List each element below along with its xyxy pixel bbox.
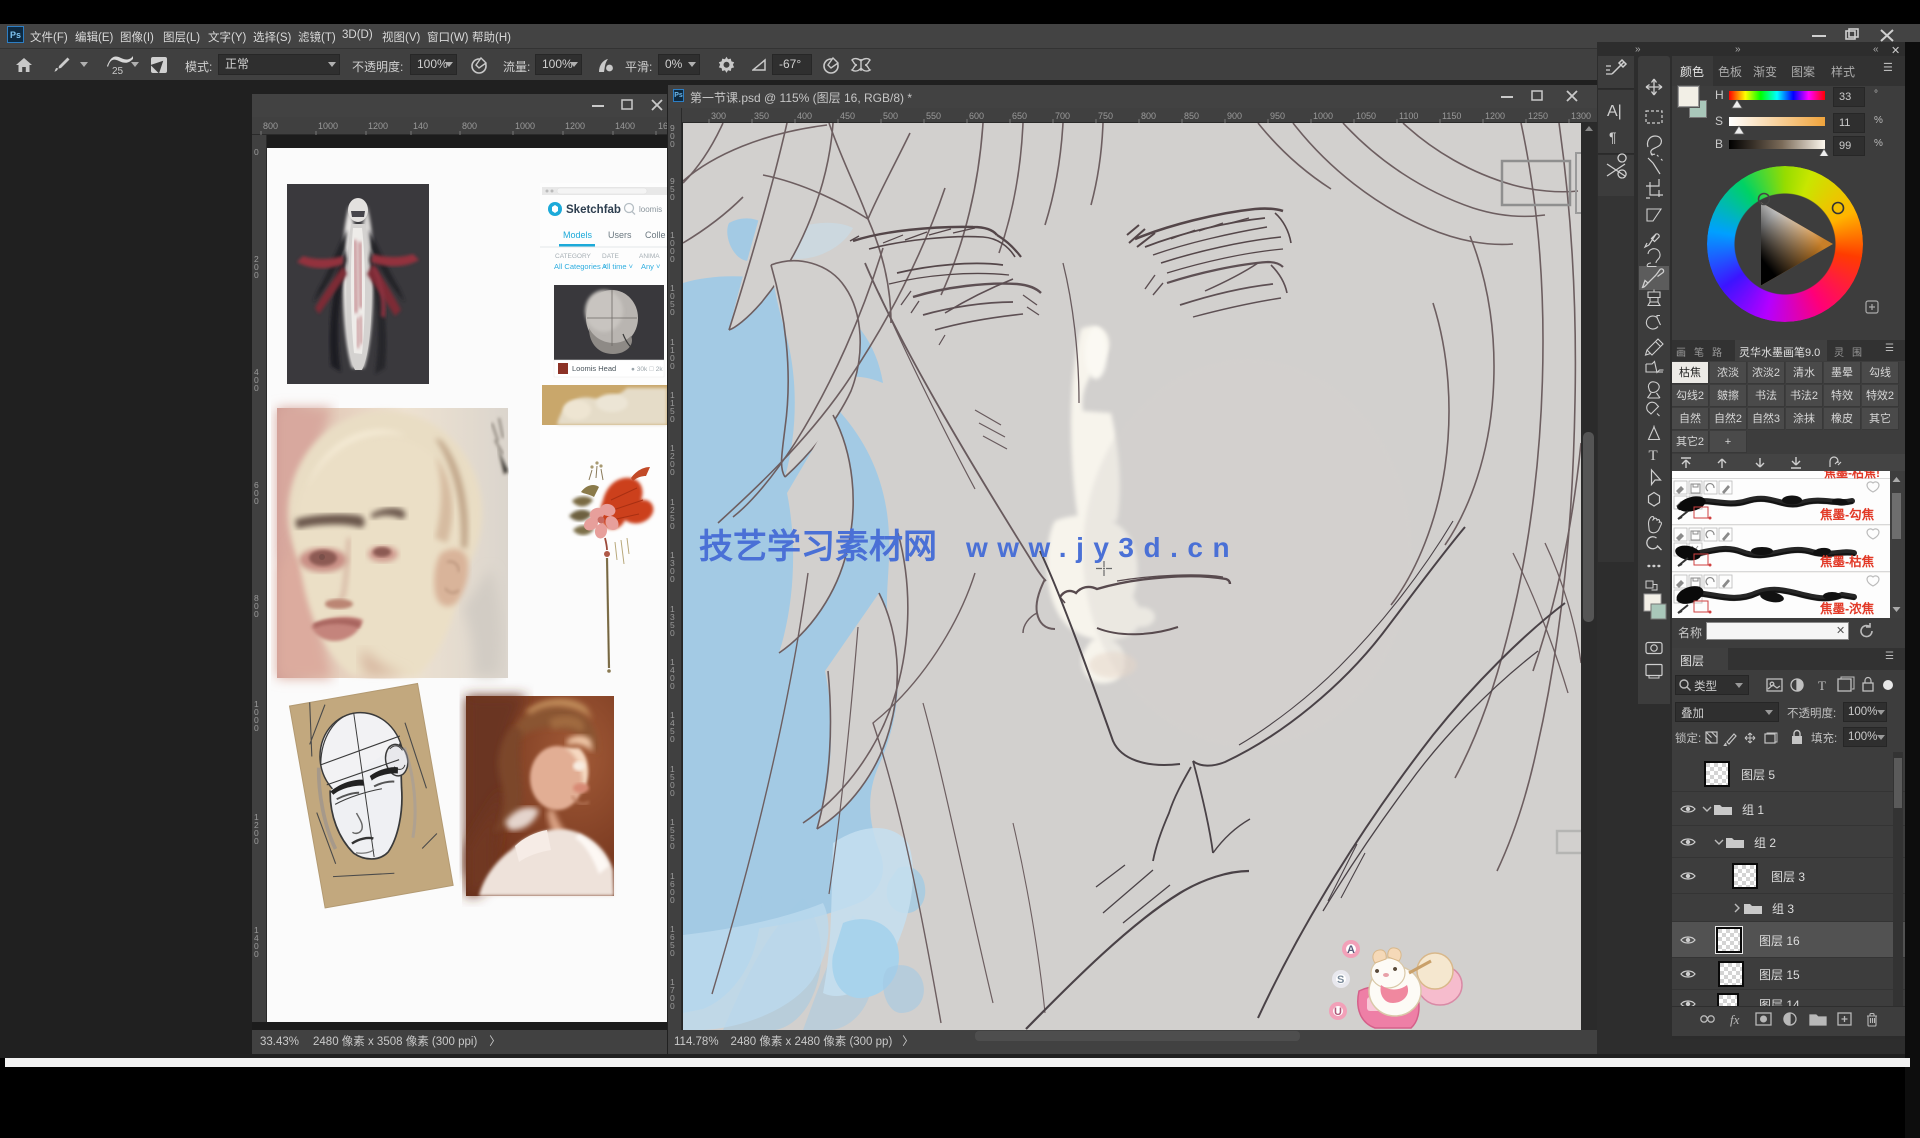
svg-text:1000: 1000 <box>1313 111 1333 121</box>
svg-text:Models: Models <box>563 230 593 240</box>
svg-text:All time ˅: All time ˅ <box>602 262 633 271</box>
svg-text:700: 700 <box>1055 111 1070 121</box>
svg-text:0: 0 <box>254 609 259 619</box>
svg-text:Sketchfab: Sketchfab <box>566 204 621 216</box>
svg-text:0: 0 <box>670 895 675 905</box>
svg-text:S: S <box>1337 974 1344 986</box>
svg-text:0: 0 <box>254 383 259 393</box>
svg-text:800: 800 <box>462 121 477 131</box>
svg-text:0: 0 <box>254 496 259 506</box>
svg-text:300: 300 <box>711 111 726 121</box>
svg-text:0: 0 <box>670 361 675 371</box>
svg-text:1100: 1100 <box>1399 111 1418 121</box>
svg-text:950: 950 <box>1270 111 1285 121</box>
svg-text:0: 0 <box>670 628 675 638</box>
svg-text:DATE: DATE <box>602 253 620 260</box>
svg-text:焦墨-枯焦: 焦墨-枯焦 <box>1819 554 1875 569</box>
svg-text:140: 140 <box>413 121 428 131</box>
svg-text:ANIMA: ANIMA <box>639 253 660 260</box>
svg-text:0: 0 <box>670 788 675 798</box>
svg-text:Users: Users <box>608 230 632 240</box>
svg-text:0: 0 <box>670 734 675 744</box>
svg-text:● 30k ⃞ 2k: ● 30k ⃞ 2k <box>631 366 663 373</box>
svg-text:www.jy3d.cn: www.jy3d.cn <box>965 532 1239 563</box>
svg-text:0: 0 <box>670 307 675 317</box>
svg-text:T: T <box>1818 678 1826 693</box>
svg-text:0: 0 <box>670 414 675 424</box>
svg-text:600: 600 <box>969 111 984 121</box>
svg-text:0: 0 <box>254 270 259 280</box>
svg-text:0: 0 <box>670 1001 675 1011</box>
svg-text:0: 0 <box>670 948 675 958</box>
svg-text:1200: 1200 <box>368 121 388 131</box>
svg-text:1050: 1050 <box>1356 111 1376 121</box>
svg-text:0: 0 <box>254 949 259 959</box>
svg-text:0: 0 <box>670 521 675 531</box>
svg-text:1150: 1150 <box>1442 111 1461 121</box>
svg-text:650: 650 <box>1012 111 1027 121</box>
svg-text:800: 800 <box>263 121 278 131</box>
svg-text:CATEGORY: CATEGORY <box>555 253 592 260</box>
svg-text:A: A <box>1347 944 1355 956</box>
svg-text:All Categories ˅: All Categories ˅ <box>554 262 607 271</box>
svg-text:400: 400 <box>797 111 812 121</box>
svg-text:1250: 1250 <box>1528 111 1548 121</box>
svg-text:0: 0 <box>670 467 675 477</box>
svg-text:Colle: Colle <box>645 230 666 240</box>
svg-text:0: 0 <box>670 681 675 691</box>
svg-text:¶: ¶ <box>1609 129 1617 145</box>
svg-text:750: 750 <box>1098 111 1113 121</box>
svg-text:0: 0 <box>254 836 259 846</box>
svg-text:0: 0 <box>254 147 259 157</box>
svg-text:1400: 1400 <box>615 121 635 131</box>
svg-text:1000: 1000 <box>318 121 338 131</box>
svg-text:技艺学习素材网: 技艺学习素材网 <box>699 527 937 566</box>
svg-text:550: 550 <box>926 111 941 121</box>
svg-text:0: 0 <box>670 192 675 202</box>
svg-text:fx: fx <box>1730 1012 1740 1027</box>
svg-text:1000: 1000 <box>515 121 535 131</box>
svg-text:0: 0 <box>254 723 259 733</box>
svg-text:450: 450 <box>840 111 855 121</box>
svg-text:1200: 1200 <box>565 121 585 131</box>
svg-text:Loomis Head: Loomis Head <box>572 364 616 373</box>
svg-text:Any ˅: Any ˅ <box>641 262 660 271</box>
svg-text:焦墨-勾焦: 焦墨-勾焦 <box>1819 507 1875 522</box>
svg-text:0: 0 <box>670 254 675 264</box>
svg-text:T: T <box>1649 448 1658 464</box>
svg-text:0: 0 <box>670 139 675 149</box>
svg-text:A|: A| <box>1607 103 1622 120</box>
svg-text:850: 850 <box>1184 111 1199 121</box>
svg-text:350: 350 <box>754 111 769 121</box>
svg-text:16: 16 <box>658 121 667 131</box>
svg-text:0: 0 <box>670 574 675 584</box>
svg-text:900: 900 <box>1227 111 1242 121</box>
svg-text:1300: 1300 <box>1571 111 1591 121</box>
svg-text:loomis: loomis <box>639 205 662 214</box>
svg-text:500: 500 <box>883 111 898 121</box>
svg-text:800: 800 <box>1141 111 1156 121</box>
svg-text:0: 0 <box>670 841 675 851</box>
svg-text:焦墨-浓焦: 焦墨-浓焦 <box>1819 601 1875 616</box>
svg-text:1200: 1200 <box>1485 111 1505 121</box>
svg-text:U: U <box>1334 1006 1342 1018</box>
